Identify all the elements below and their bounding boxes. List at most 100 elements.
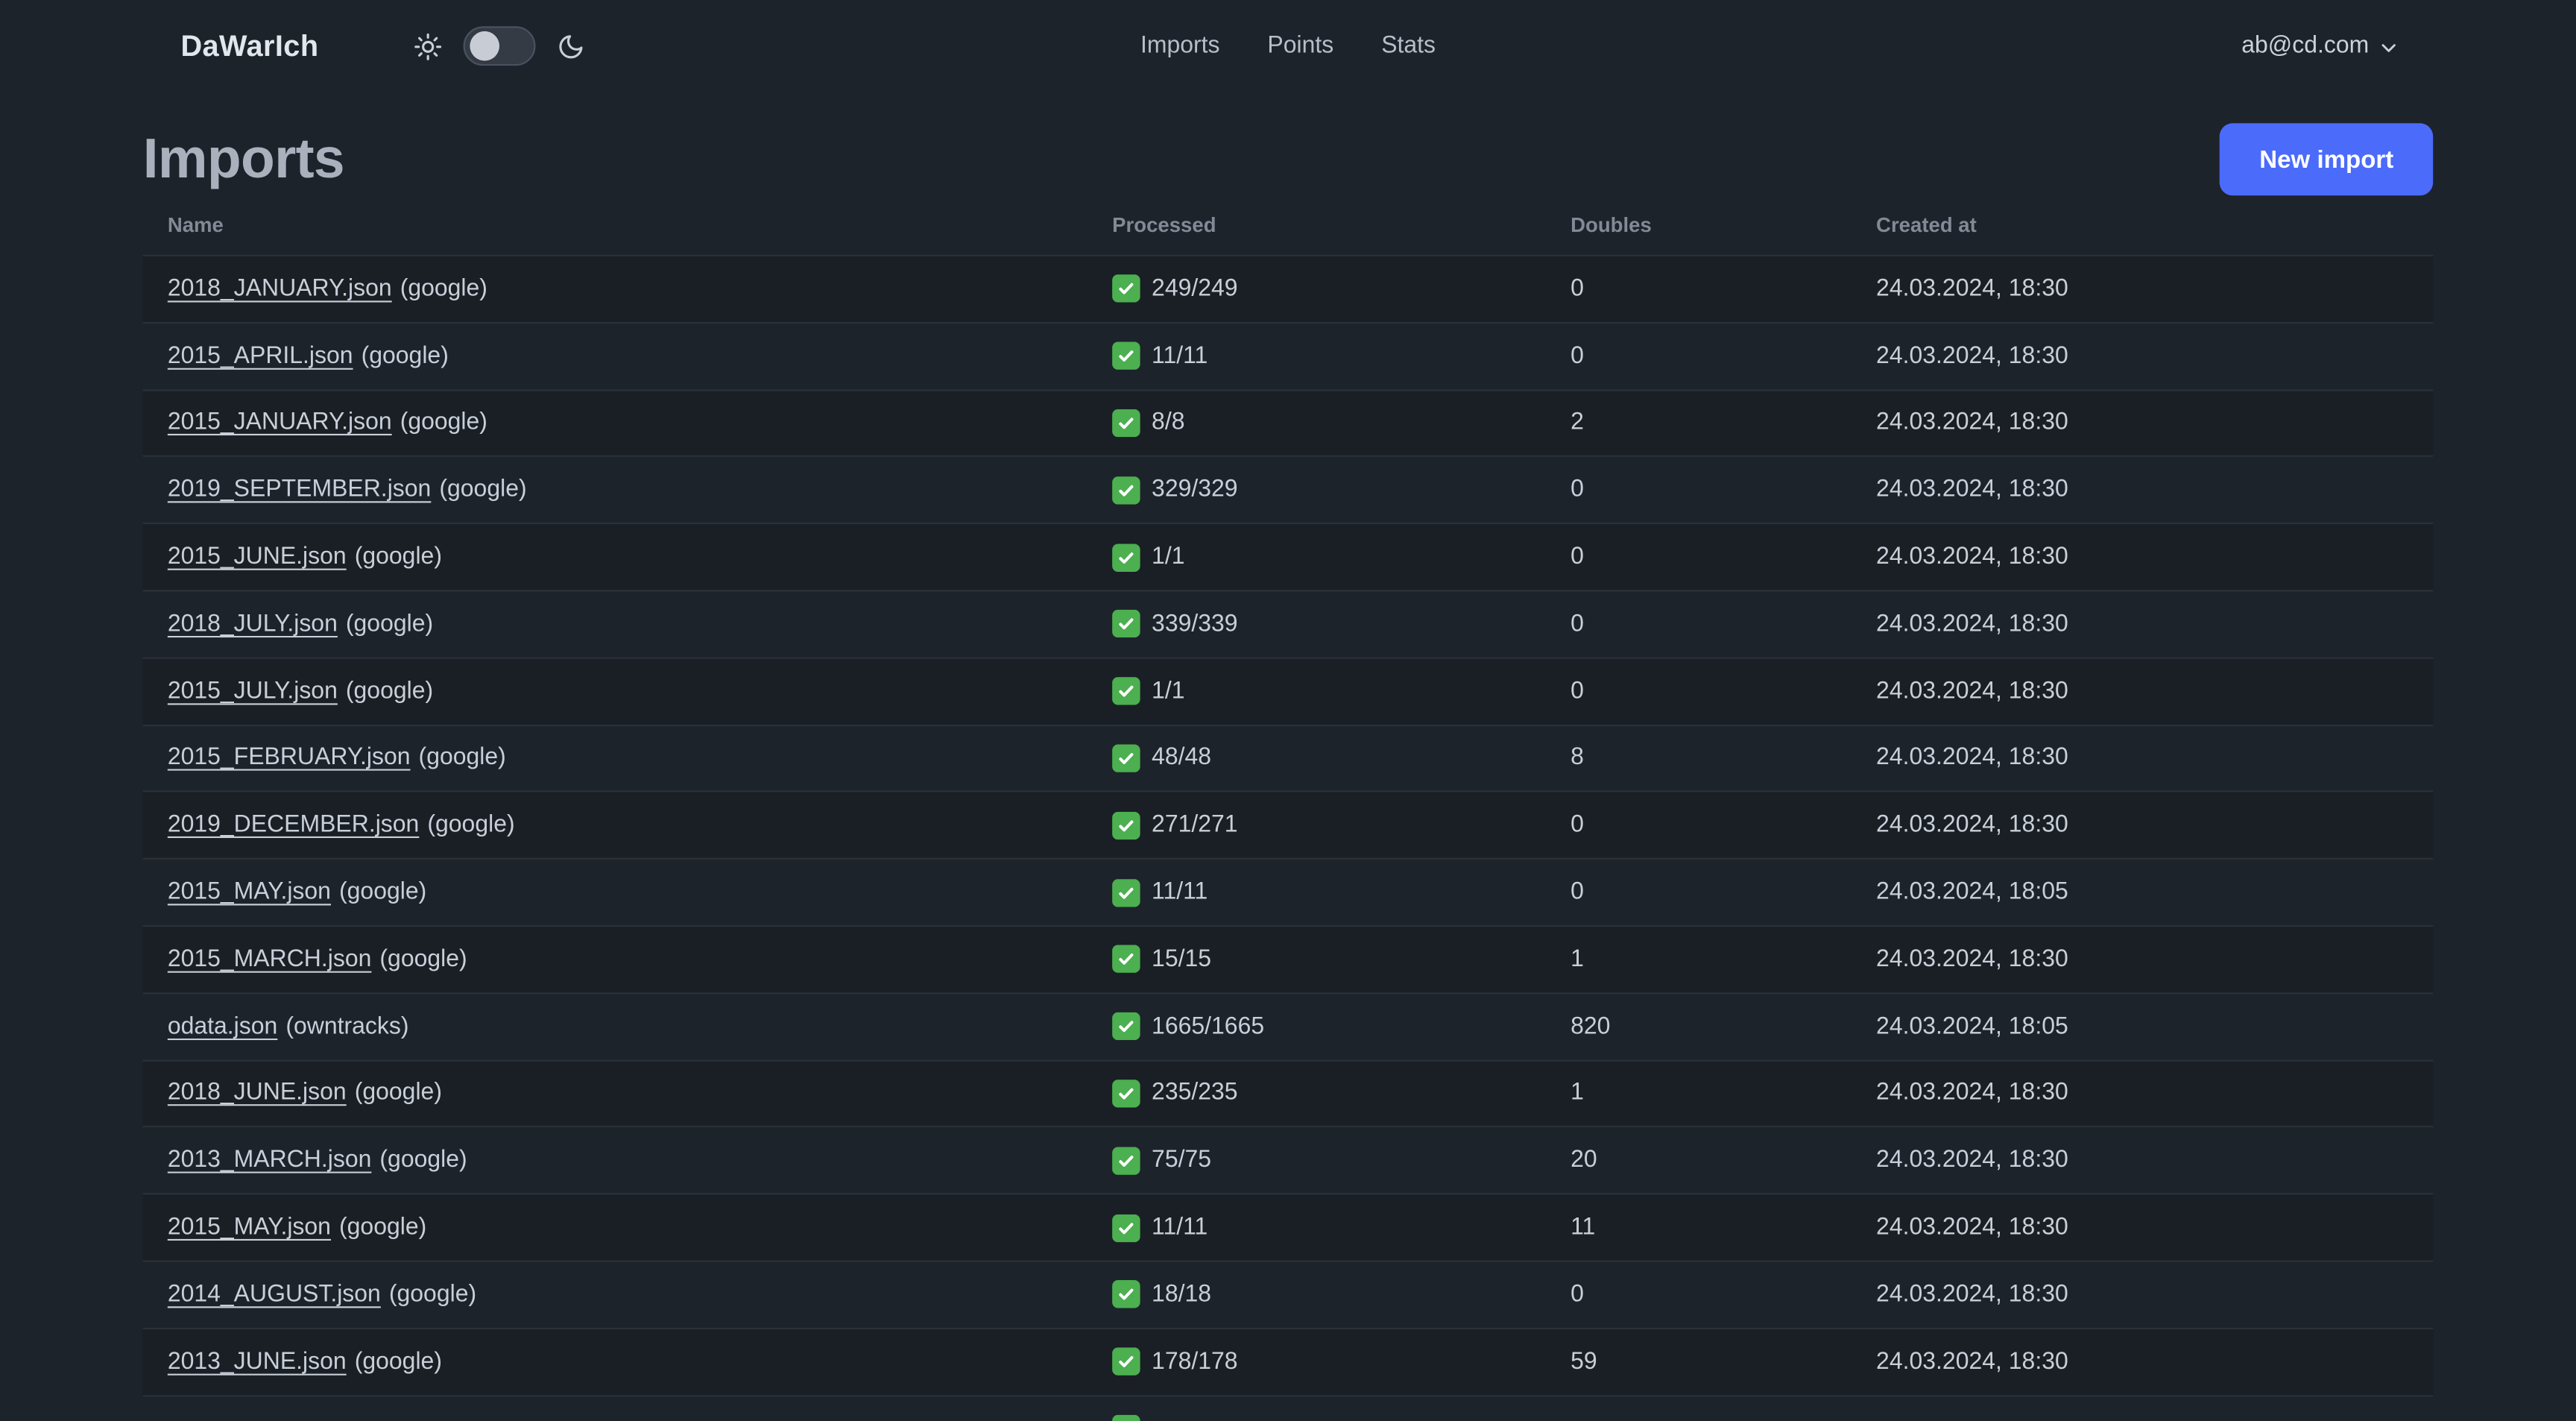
import-source: (google) [400,409,487,437]
processed-count: 75/75 [1152,1147,1212,1174]
import-file-link[interactable]: 2019_SEPTEMBER.json [168,477,432,503]
created-at: 24.03.2024, 18:05 [1876,879,2068,906]
success-check-icon [1112,945,1140,974]
app-window: DaWarIch Imports Points Stats ab@cd.com … [0,0,2576,1421]
import-file-link[interactable]: 2015_MAY.json [168,879,331,905]
created-at: 24.03.2024, 18:05 [1876,1013,2068,1040]
import-file-link[interactable]: 2013_MARCH.json [168,1147,372,1173]
processed-cell: 15/15 [1087,945,1546,974]
processed-cell: 11/11 [1087,878,1546,907]
import-file-link[interactable]: 2018_JANUARY.json [168,276,392,302]
doubles-count: 20 [1570,1147,1597,1174]
table-row: 2018_JANUARY.json (google) 249/249 0 24.0… [142,256,2434,324]
import-file-link[interactable]: 2019_DECEMBER.json [168,812,420,838]
column-header-created-at: Created at [1876,213,1977,237]
processed-count: 15/15 [1152,946,1212,973]
table-row: 2015_JUNE.json (google) 1/1 0 24.03.2024,… [142,524,2434,592]
import-source: (google) [339,879,427,906]
table-row: 2015_MAY.json (google) 11/11 11 24.03.202… [142,1194,2434,1262]
name-cell: 2015_FEBRUARY.json (google) [143,745,1087,771]
new-import-button[interactable]: New import [2220,123,2434,196]
success-check-icon [1112,744,1140,772]
name-cell: 2015_MARCH.json (google) [143,946,1087,972]
created-at: 24.03.2024, 18:30 [1876,1281,2068,1308]
table-row: 2013_MARCH.json (google) 75/75 20 24.03.2… [142,1128,2434,1195]
import-source: (google) [379,1147,467,1174]
doubles-count: 0 [1570,812,1584,839]
processed-cell: 1665/1665 [1087,1012,1546,1041]
created-at: 24.03.2024, 18:30 [1876,1147,2068,1174]
processed-count: 8/8 [1152,409,1185,437]
doubles-count: 8 [1570,745,1584,772]
table-header-row: Name Processed Doubles Created at [142,195,2434,256]
processed-count: 178/178 [1152,1348,1238,1376]
nav-item-imports[interactable]: Imports [1140,33,1220,59]
name-cell: 2015_JULY.json (google) [143,678,1087,705]
import-file-link[interactable]: 2015_JANUARY.json [168,410,392,436]
name-cell: 2018_JANUARY.json (google) [143,276,1087,302]
import-source: (google) [361,342,449,370]
doubles-count: 2 [1570,409,1584,437]
doubles-count: 1 [1570,1080,1584,1107]
import-source: (google) [354,1348,442,1376]
navbar: DaWarIch Imports Points Stats ab@cd.com [0,0,2576,92]
doubles-count: 0 [1570,342,1584,370]
nav-item-points[interactable]: Points [1267,33,1333,59]
processed-count: 11/11 [1152,1214,1208,1241]
import-file-link[interactable]: 2014_AUGUST.json [168,1282,381,1308]
name-cell: 2015_APRIL.json (google) [143,343,1087,369]
created-at: 24.03.2024, 18:30 [1876,1080,2068,1107]
import-file-link[interactable]: 2015_MAY.json [168,1214,331,1241]
success-check-icon [1112,1414,1140,1421]
theme-toggle[interactable] [463,26,536,66]
import-source: (google) [379,946,467,973]
import-source: (google) [354,543,442,570]
name-cell: 2015_MAY.json (google) [143,879,1087,905]
created-at: 24.03.2024, 18:30 [1876,1348,2068,1376]
processed-cell: 1/1 [1087,543,1546,572]
import-file-link[interactable]: 2018_JUNE.json [168,1080,347,1106]
created-at: 24.03.2024, 18:30 [1876,342,2068,370]
processed-cell: 329/329 [1087,476,1546,505]
imports-page: Imports New import Name Processed Double… [0,92,2576,1421]
created-at: 24.03.2024, 18:30 [1876,543,2068,570]
import-file-link[interactable]: 2018_JULY.json [168,611,338,637]
table-row: 2018_JUNE.json (google) 235/235 1 24.03.2… [142,1060,2434,1128]
import-file-link[interactable]: 2015_MARCH.json [168,946,372,972]
import-source: (google) [427,812,515,839]
created-at: 24.03.2024, 18:30 [1876,476,2068,504]
doubles-count: 820 [1570,1013,1611,1040]
success-check-icon [1112,476,1140,505]
chevron-down-icon [2379,38,2399,57]
user-email: ab@cd.com [2241,33,2370,60]
brand-logo[interactable]: DaWarIch [180,29,318,63]
doubles-count: 0 [1570,611,1584,637]
import-file-link[interactable]: 2015_JULY.json [168,678,338,705]
doubles-count: 11 [1570,1214,1596,1241]
table-row: 2013_JUNE.json (google) 178/178 59 24.03.… [142,1329,2434,1396]
user-menu[interactable]: ab@cd.com [2241,33,2399,59]
import-file-link[interactable]: 2013_JUNE.json [168,1349,347,1375]
page-title: Imports [142,127,345,190]
doubles-count: 0 [1570,678,1584,705]
processed-cell: 1/1 [1087,677,1546,705]
name-cell: 2013_JUNE.json (google) [143,1349,1087,1375]
table-row: 2015_MAY.json (google) 11/11 0 24.03.2024… [142,860,2434,927]
processed-cell: 18/18 [1087,1280,1546,1309]
created-at: 24.03.2024, 18:30 [1876,1214,2068,1241]
doubles-count: 0 [1570,476,1584,504]
success-check-icon [1112,1213,1140,1242]
processed-cell: 249/249 [1087,274,1546,303]
processed-cell: 75/75 [1087,1146,1546,1175]
name-cell: 2019_SEPTEMBER.json (google) [143,477,1087,503]
nav-item-stats[interactable]: Stats [1381,33,1436,59]
name-cell: 2014_AUGUST.json (google) [143,1282,1087,1308]
import-file-link[interactable]: odata.json [168,1013,278,1039]
import-file-link[interactable]: 2015_JUNE.json [168,544,347,570]
created-at: 24.03.2024, 18:30 [1876,276,2068,303]
import-file-link[interactable]: 2015_FEBRUARY.json [168,745,411,771]
processed-cell [1087,1414,1546,1421]
import-source: (google) [388,1281,477,1308]
import-file-link[interactable]: 2015_APRIL.json [168,343,353,369]
import-source: (google) [354,1080,442,1107]
